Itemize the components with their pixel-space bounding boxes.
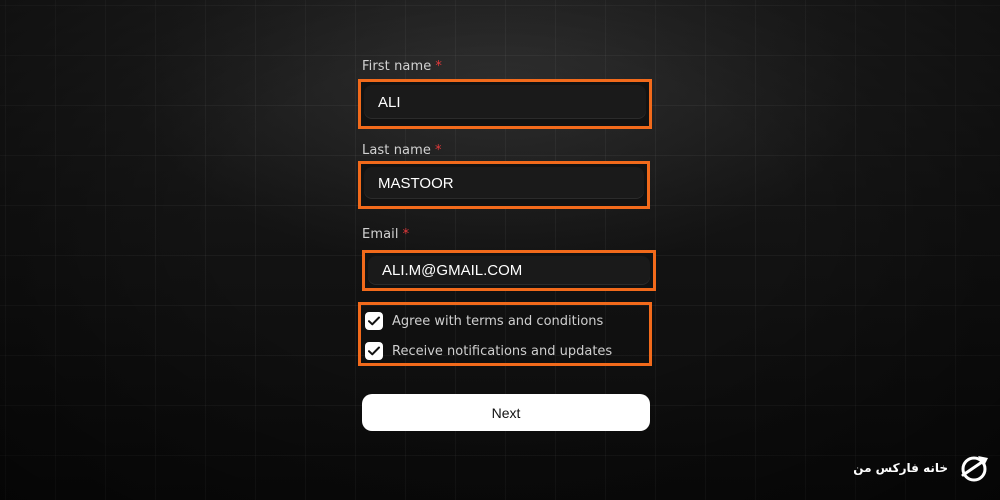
brand-logo: خانه فارکس من (853, 450, 992, 486)
last-name-input[interactable] (378, 167, 630, 199)
notifications-checkbox[interactable] (365, 342, 383, 360)
required-mark: * (435, 59, 442, 74)
first-name-input[interactable] (378, 85, 632, 119)
email-label: Email * (362, 227, 410, 242)
required-mark: * (402, 227, 410, 242)
terms-checkbox[interactable] (365, 312, 383, 330)
signup-screen: First name* Last name* Email* Agree wit (0, 0, 1000, 500)
consent-checkboxes-highlight: Agree with terms and conditions Receive … (358, 302, 652, 366)
next-button[interactable]: Next (362, 394, 650, 431)
notifications-checkbox-row[interactable]: Receive notifications and updates (365, 342, 612, 360)
globe-arrow-logo-icon (961, 456, 988, 482)
brand-name: خانه فارکس من (853, 461, 948, 475)
checkmark-icon (368, 346, 380, 356)
last-name-field-highlight (358, 161, 650, 209)
notifications-checkbox-label: Receive notifications and updates (392, 343, 613, 359)
checkmark-icon (368, 316, 380, 326)
email-input[interactable] (382, 256, 636, 285)
required-mark: * (434, 143, 442, 158)
first-name-label: First name * (362, 59, 442, 74)
terms-checkbox-label: Agree with terms and conditions (392, 313, 604, 329)
last-name-label: Last name * (362, 143, 442, 158)
terms-checkbox-row[interactable]: Agree with terms and conditions (365, 312, 603, 330)
first-name-field-highlight (358, 79, 652, 129)
email-field-highlight (362, 250, 656, 291)
